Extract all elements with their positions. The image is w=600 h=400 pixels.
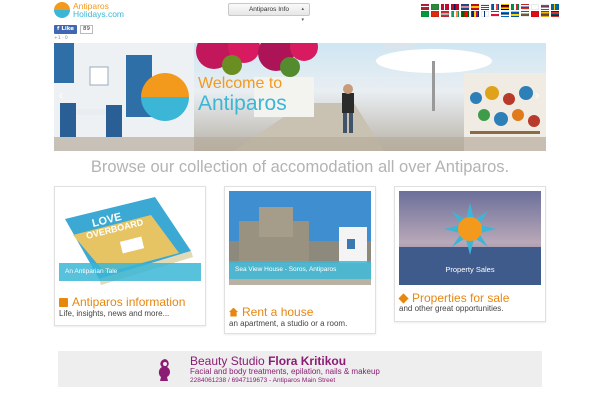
flag-cn-icon[interactable] — [431, 11, 439, 17]
flag-ie-icon[interactable] — [451, 11, 459, 17]
dropdown-label: Antiparos Info — [248, 6, 290, 13]
flag-pt-icon[interactable] — [461, 11, 469, 17]
flag-nl-icon[interactable] — [461, 4, 469, 10]
hero-title-line1: Welcome to — [198, 75, 283, 92]
flag-il-icon[interactable] — [531, 4, 539, 10]
flag-gr-icon[interactable] — [481, 4, 489, 10]
logo-sun-icon — [54, 2, 70, 18]
beauty-studio-logo-icon — [158, 359, 170, 381]
flag-no-icon[interactable] — [451, 4, 459, 10]
logo-text-line2: Holidays.com — [73, 9, 125, 19]
facebook-like-count: 89 — [79, 25, 93, 34]
flag-ro-icon[interactable] — [471, 11, 479, 17]
antiparos-info-dropdown[interactable]: Antiparos Info ▴ ▾ — [228, 3, 310, 23]
flag-se-icon[interactable] — [551, 4, 559, 10]
slider-prev-icon[interactable]: ‹ — [58, 88, 64, 104]
flag-ua-icon[interactable] — [511, 11, 519, 17]
banner-title-name: Flora Kritikou — [268, 354, 347, 368]
hero-slider: Welcome to Antiparos ‹ › — [54, 43, 546, 151]
card-title[interactable]: Antiparos information — [59, 295, 185, 309]
flag-us-icon[interactable] — [421, 4, 429, 10]
flag-de-icon[interactable] — [501, 4, 509, 10]
card-antiparos-information[interactable]: LOVE OVERBOARD An Antiparian Tale Antipa… — [54, 186, 206, 326]
hero-sun-logo-icon — [141, 73, 189, 121]
gplus-button[interactable]: +1 · 0 — [54, 36, 68, 41]
card-title-text: Rent a house — [242, 305, 314, 319]
flag-za-icon[interactable] — [551, 11, 559, 17]
site-header: Antiparos Holidays.com Antiparos Info ▴ ▾ — [0, 0, 600, 23]
hero-title: Welcome to Antiparos — [198, 75, 287, 115]
card-title-text: Properties for sale — [412, 291, 510, 305]
diamond-icon — [398, 292, 409, 304]
flag-bg-icon[interactable] — [521, 11, 529, 17]
book-icon — [59, 297, 68, 307]
flag-ee-icon[interactable] — [501, 11, 509, 17]
flag-es-icon[interactable] — [471, 4, 479, 10]
home-icon — [229, 307, 238, 317]
flag-hu-icon[interactable] — [441, 11, 449, 17]
flag-pl-icon[interactable] — [491, 11, 499, 17]
flag-br-icon[interactable] — [421, 11, 429, 17]
banner-title: Beauty Studio Flora Kritikou — [190, 354, 346, 368]
banner-title-prefix: Beauty Studio — [190, 354, 269, 368]
caret-updown-icon: ▴ ▾ — [301, 6, 304, 23]
flag-fr-icon[interactable] — [491, 4, 499, 10]
card-subtitle: an apartment, a studio or a room. — [229, 319, 348, 328]
language-flags-row2 — [421, 11, 561, 17]
facebook-like-button[interactable]: f Like — [54, 25, 77, 34]
slider-next-icon[interactable]: › — [534, 88, 540, 104]
card-subtitle: Life, insights, news and more... — [59, 309, 170, 318]
hero-title-line2: Antiparos — [198, 92, 287, 115]
flag-tr-icon[interactable] — [531, 11, 539, 17]
card-subtitle: and other great opportunities. — [399, 304, 504, 313]
card-caption: Property Sales — [445, 265, 495, 274]
banner-services: Facial and body treatments, epilation, n… — [190, 367, 380, 376]
facebook-like-widget[interactable]: f Like 89 — [54, 25, 93, 34]
beauty-studio-banner[interactable]: Beauty Studio Flora Kritikou Facial and … — [58, 351, 542, 387]
card-title[interactable]: Properties for sale — [398, 291, 510, 305]
tagline: Browse our collection of accomodation al… — [90, 158, 510, 176]
flag-rs-icon[interactable] — [541, 4, 549, 10]
flag-ar-icon[interactable] — [431, 4, 439, 10]
flag-it-icon[interactable] — [511, 4, 519, 10]
flag-dk-icon[interactable] — [441, 4, 449, 10]
hero-photo — [54, 43, 546, 151]
flag-ru-icon[interactable] — [521, 4, 529, 10]
flag-lt-icon[interactable] — [541, 11, 549, 17]
flag-fi-icon[interactable] — [481, 11, 489, 17]
card-properties-for-sale[interactable]: Property Sales Properties for sale and o… — [394, 186, 546, 322]
card-caption: An Antiparian Tale — [59, 263, 201, 281]
banner-contact: 2284061238 / 6947119673 - Antiparos Main… — [190, 377, 336, 384]
card-rent-a-house[interactable]: Sea View House - Soros, Antiparos Rent a… — [224, 186, 376, 334]
card-title-text: Antiparos information — [72, 295, 186, 309]
site-logo[interactable]: Antiparos Holidays.com — [54, 1, 124, 19]
card-title[interactable]: Rent a house — [229, 305, 313, 319]
card-caption: Sea View House - Soros, Antiparos — [229, 261, 371, 279]
language-flags-row1 — [421, 4, 561, 10]
